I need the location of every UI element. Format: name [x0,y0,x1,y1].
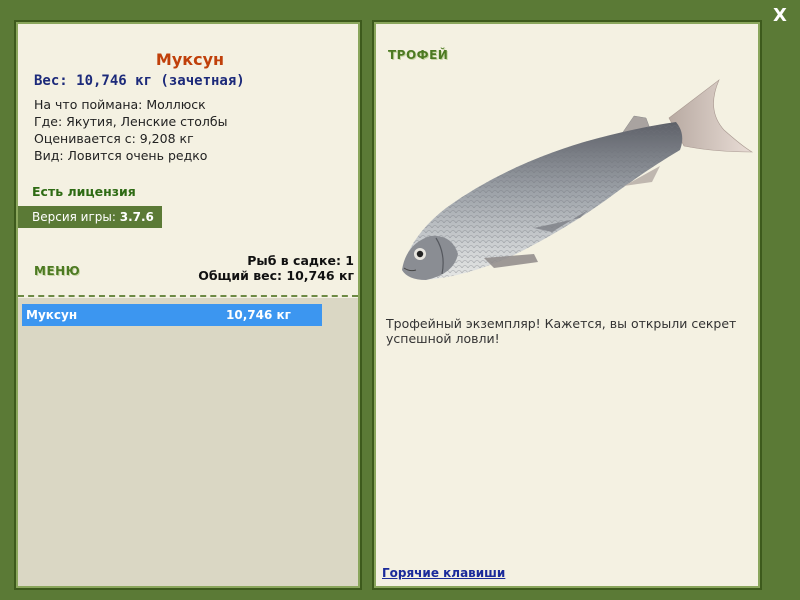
cage-count: Рыб в садке: 1 [247,253,354,268]
license-status: Есть лицензия [32,184,136,199]
trophy-panel: ТРОФЕЙ Трофейный экземпляр! Кажется, вы … [372,20,762,590]
catch-list: Муксун 10,746 кг [18,298,358,586]
fish-image [402,79,754,280]
trophy-message: Трофейный экземпляр! Кажется, вы открыли… [386,316,737,346]
catch-item-weight: 10,746 кг [226,308,291,322]
fish-name-title: Муксун [155,50,225,69]
menu-button[interactable]: МЕНЮ [34,264,80,278]
cage-summary: Рыб в садке: 1 Общий вес: 10,746 кг [198,253,354,283]
fish-details: На что поймана: Моллюск Где: Якутия, Лен… [34,96,228,164]
version-bar: Версия игры: 3.7.6 [18,206,162,228]
fish-weight: Вес: 10,746 кг (зачетная) [34,73,245,89]
rarity-info: Вид: Ловится очень редко [34,148,208,163]
divider [18,295,358,297]
version-label: Версия игры: [32,210,116,224]
bait-info: На что поймана: Моллюск [34,97,206,112]
version-value: 3.7.6 [119,210,154,224]
fish-info-panel: Муксун Вес: 10,746 кг (зачетная) На что … [14,20,362,590]
hotkeys-link[interactable]: Горячие клавиши [382,566,505,580]
catch-item-name: Муксун [26,308,78,322]
close-button[interactable]: X [770,6,790,26]
cage-total-weight: Общий вес: 10,746 кг [198,268,354,283]
catch-list-item[interactable]: Муксун 10,746 кг [22,304,322,326]
value-info: Оценивается с: 9,208 кг [34,131,194,146]
location-info: Где: Якутия, Ленские столбы [34,114,228,129]
